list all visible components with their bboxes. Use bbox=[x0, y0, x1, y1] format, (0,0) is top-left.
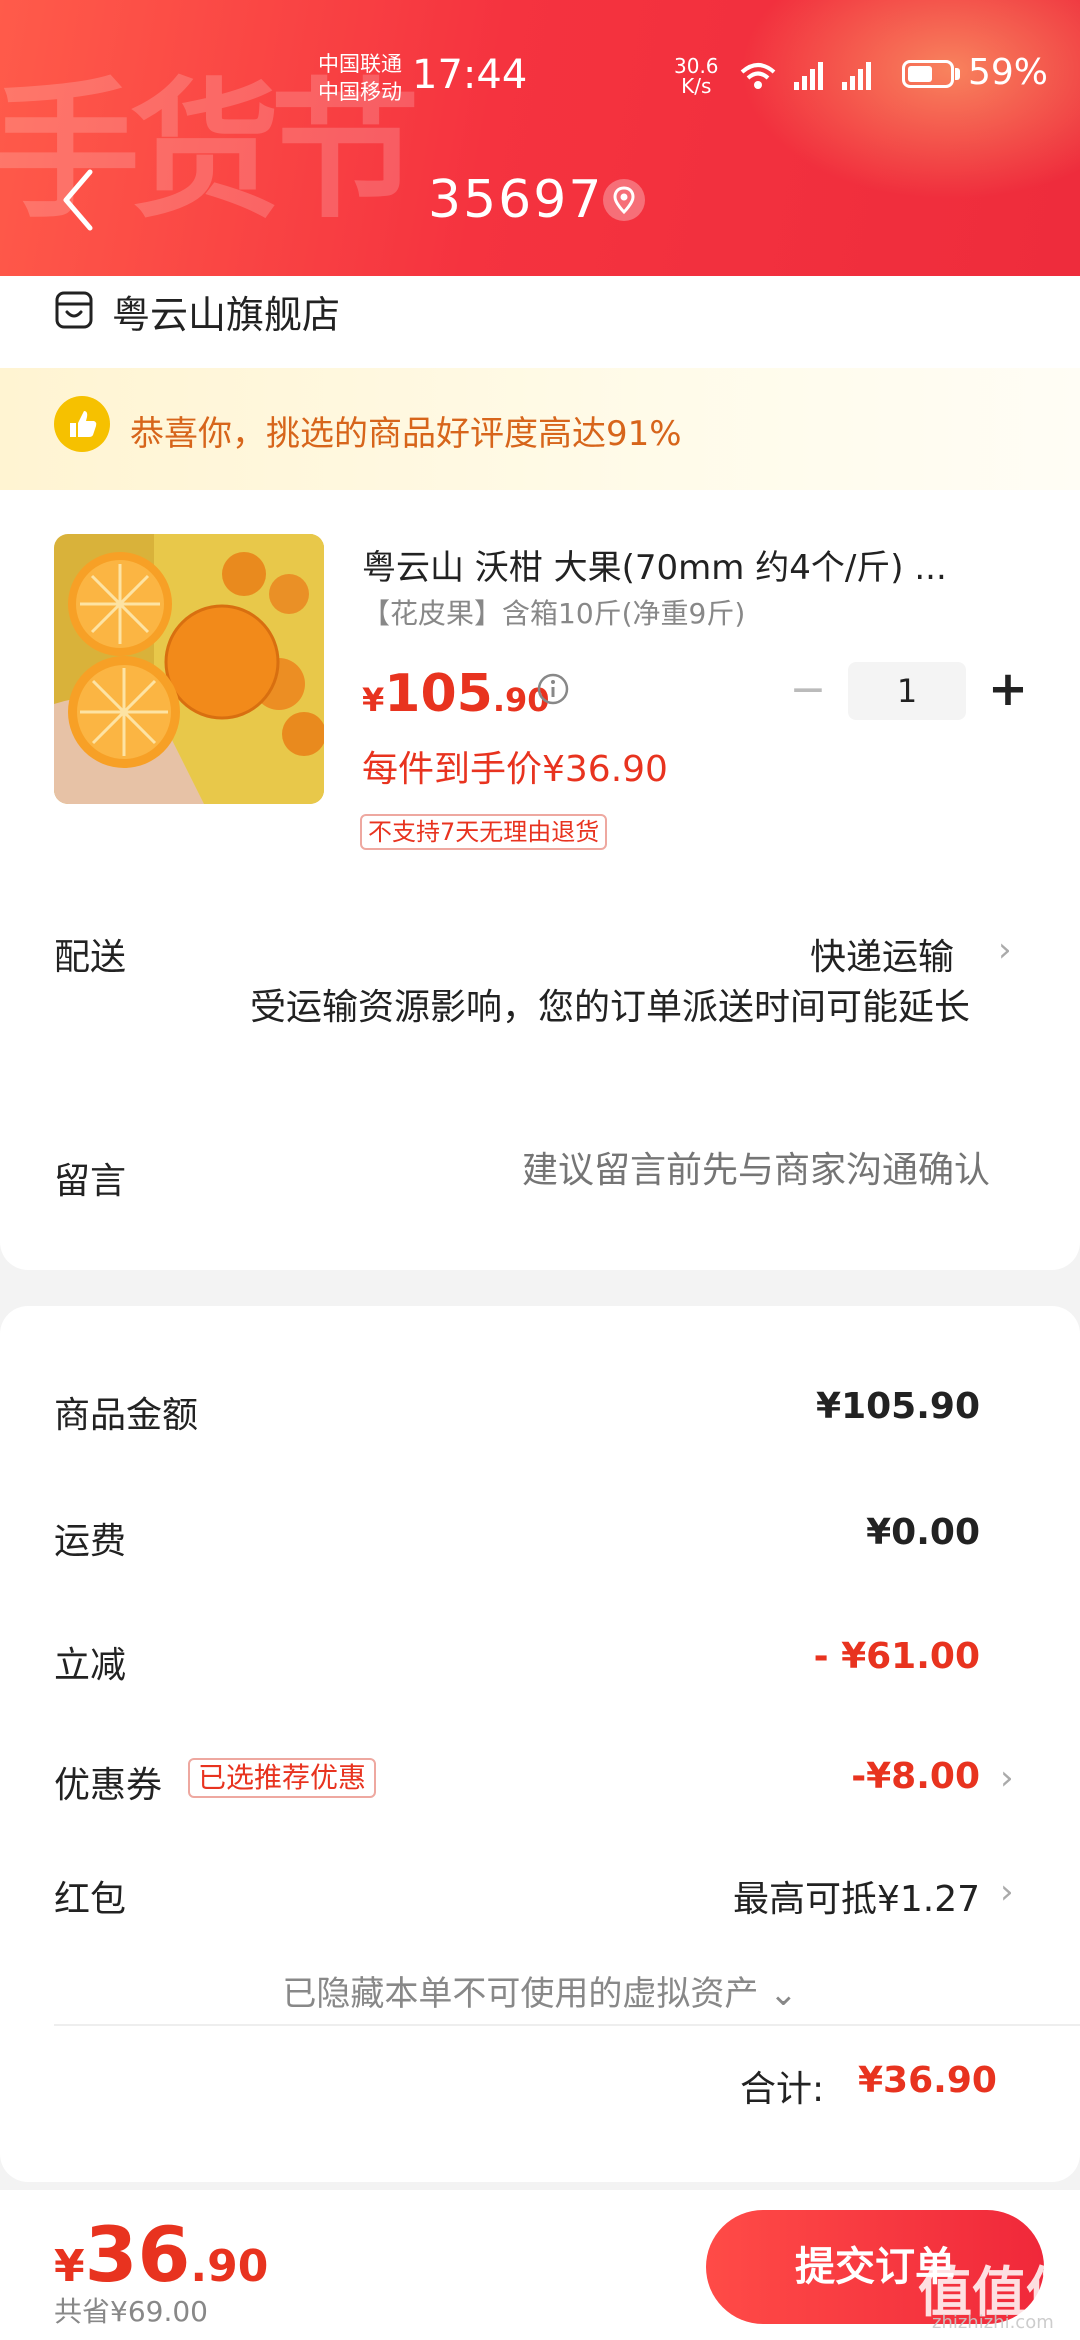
location-pin-icon[interactable] bbox=[602, 178, 646, 222]
goods-amount-label: 商品金额 bbox=[54, 1395, 199, 1436]
product-sku[interactable]: 【花皮果】含箱10斤(净重9斤) bbox=[362, 592, 745, 632]
price-currency: ¥ bbox=[362, 681, 385, 719]
product-title[interactable]: 粤云山 沃柑 大果(70mm 约4个/斤) ... bbox=[362, 540, 1022, 589]
total-label: 合计: bbox=[740, 2069, 825, 2110]
payable-currency: ¥ bbox=[54, 2241, 85, 2292]
delivery-chevron-right-icon[interactable]: › bbox=[998, 930, 1012, 970]
speed-value: 30.6 bbox=[674, 54, 719, 78]
goods-amount-value: ¥105.90 bbox=[816, 1386, 980, 1427]
price-integer: 105 bbox=[384, 664, 493, 724]
coupon-value[interactable]: -¥8.00 bbox=[851, 1756, 980, 1797]
status-speed: 30.6 K/s bbox=[674, 56, 719, 96]
carrier-1: 中国联通 bbox=[318, 52, 402, 76]
total-saved: 共省¥69.00 bbox=[54, 2295, 208, 2328]
delivery-method[interactable]: 快递运输 bbox=[810, 928, 954, 980]
message-input[interactable] bbox=[380, 1150, 990, 1191]
payable-price: ¥36.90 bbox=[54, 2210, 268, 2299]
message-label: 留言 bbox=[54, 1161, 127, 1202]
summary-divider bbox=[54, 2024, 1080, 2026]
signal-icons bbox=[738, 58, 888, 101]
battery-level bbox=[908, 66, 932, 82]
delivery-delay-note: 受运输资源影响，您的订单派送时间可能延长 bbox=[249, 987, 970, 1028]
no-return-tag: 不支持7天无理由退货 bbox=[360, 814, 608, 850]
battery-percent: 59% bbox=[968, 52, 1049, 93]
thumbs-up-icon bbox=[54, 396, 110, 452]
red-packet-chevron-right-icon[interactable]: › bbox=[1000, 1872, 1014, 1912]
wifi-signal-icon bbox=[740, 62, 871, 90]
coupon-selected-tag[interactable]: 已选推荐优惠 bbox=[188, 1758, 377, 1798]
store-name[interactable]: 粤云山旗舰店 bbox=[112, 284, 340, 339]
speed-unit: K/s bbox=[681, 74, 712, 98]
store-icon bbox=[55, 291, 93, 329]
header-bar: 手货节 bbox=[0, 0, 1080, 276]
status-carrier: 中国联通 中国移动 bbox=[318, 50, 402, 106]
product-price: ¥105.90 bbox=[362, 664, 550, 724]
unit-final-price: 每件到手价¥36.90 bbox=[362, 749, 668, 790]
coupon-label[interactable]: 优惠券 bbox=[54, 1756, 162, 1808]
product-image[interactable] bbox=[54, 534, 324, 804]
quantity-increase-button[interactable]: + bbox=[986, 660, 1030, 718]
instant-discount-value: - ¥61.00 bbox=[813, 1636, 980, 1677]
payable-integer: 36 bbox=[84, 2210, 191, 2299]
total-value: ¥36.90 bbox=[858, 2060, 997, 2101]
rating-banner-text: 恭喜你，挑选的商品好评度高达91% bbox=[130, 414, 682, 454]
instant-discount-label: 立减 bbox=[54, 1645, 127, 1686]
hidden-assets-toggle[interactable]: 已隐藏本单不可使用的虚拟资产 ⌄ bbox=[0, 1966, 1080, 2015]
page-title: 35697 bbox=[428, 170, 604, 230]
quantity-input[interactable]: 1 bbox=[848, 662, 966, 720]
battery-tip bbox=[955, 68, 960, 80]
watermark-url: zhizhizhi.com bbox=[932, 2312, 1054, 2333]
red-packet-value[interactable]: 最高可抵¥1.27 bbox=[733, 1870, 980, 1922]
chevron-left-icon[interactable] bbox=[58, 168, 98, 232]
battery-icon bbox=[902, 60, 954, 88]
shipping-fee-value: ¥0.00 bbox=[866, 1512, 980, 1553]
delivery-label: 配送 bbox=[54, 937, 127, 978]
shipping-fee-label: 运费 bbox=[54, 1521, 127, 1562]
quantity-decrease-button[interactable]: − bbox=[788, 662, 828, 718]
status-time: 17:44 bbox=[412, 52, 528, 98]
payable-decimal: .90 bbox=[190, 2241, 269, 2292]
coupon-chevron-right-icon[interactable]: › bbox=[1000, 1758, 1014, 1798]
red-packet-label[interactable]: 红包 bbox=[54, 1870, 126, 1922]
info-icon[interactable] bbox=[536, 672, 570, 706]
carrier-2: 中国移动 bbox=[318, 80, 402, 104]
